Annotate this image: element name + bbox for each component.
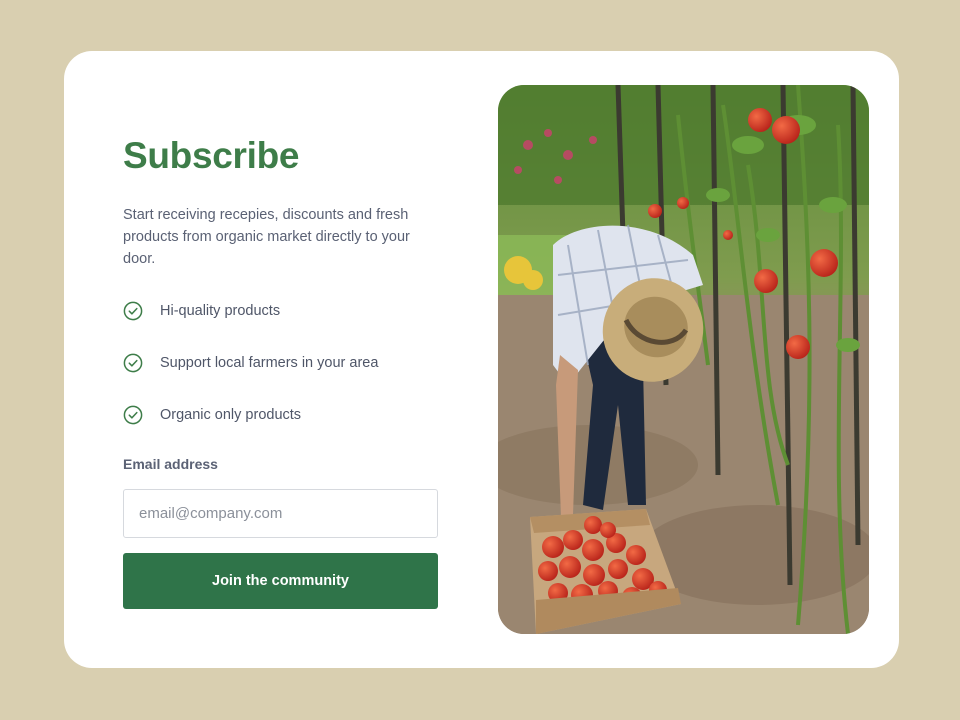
- feature-label: Support local farmers in your area: [160, 355, 379, 371]
- email-label: Email address: [123, 456, 218, 472]
- subscribe-description: Start receiving recepies, discounts and …: [123, 207, 410, 267]
- feature-label: Hi-quality products: [160, 303, 281, 319]
- email-field[interactable]: [123, 489, 438, 538]
- subscribe-card: Subscribe Start receiving recepies, disc…: [64, 51, 899, 668]
- farmer-photo: [498, 85, 869, 634]
- feature-label: Organic only products: [160, 407, 302, 423]
- feature-list: Hi-quality products Support local farmer…: [123, 300, 378, 456]
- feature-item: Hi-quality products: [123, 300, 378, 322]
- check-circle-icon: [123, 353, 143, 373]
- check-circle-icon: [123, 301, 143, 321]
- check-circle-icon: [123, 405, 143, 425]
- page-title: Subscribe: [123, 135, 300, 176]
- feature-item: Support local farmers in your area: [123, 352, 378, 374]
- farmer-harvesting-tomatoes-image: [498, 85, 869, 634]
- feature-item: Organic only products: [123, 404, 378, 426]
- join-community-button[interactable]: Join the community: [123, 553, 438, 609]
